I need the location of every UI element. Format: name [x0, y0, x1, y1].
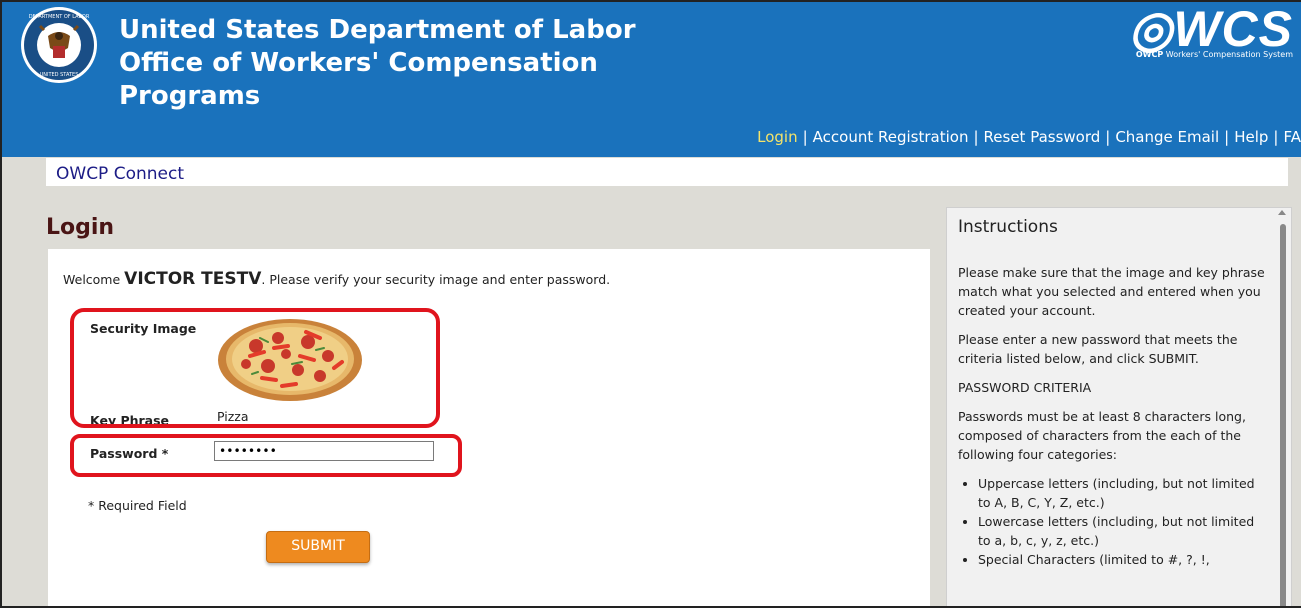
nav-reset-password[interactable]: Reset Password: [984, 128, 1101, 146]
wcs-logo-tagline: Workers' Compensation System: [1165, 50, 1293, 59]
instructions-paragraph-3: Passwords must be at least 8 characters …: [958, 409, 1246, 462]
browser-viewport: DEPARTMENT OF LABOR UNITED STATES United…: [0, 0, 1301, 608]
nav-separator: |: [802, 128, 808, 146]
login-panel: Welcome VICTOR TESTV. Please verify your…: [48, 249, 930, 606]
svg-text:DEPARTMENT OF LABOR: DEPARTMENT OF LABOR: [29, 14, 90, 20]
criteria-item: Lowercase letters (including, but not li…: [978, 512, 1268, 550]
nav-login[interactable]: Login: [757, 128, 797, 146]
instructions-body: Please make sure that the image and key …: [958, 263, 1268, 569]
criteria-item: Special Characters (limited to #, ?, !,: [978, 550, 1268, 569]
nav-change-email[interactable]: Change Email: [1115, 128, 1219, 146]
welcome-suffix: . Please verify your security image and …: [261, 272, 611, 287]
password-criteria-heading: PASSWORD CRITERIA: [958, 380, 1092, 395]
dol-seal-icon: DEPARTMENT OF LABOR UNITED STATES: [21, 7, 97, 83]
wcs-logo-brand: OWCP: [1135, 50, 1164, 59]
site-title-line-1: United States Department of Labor: [119, 15, 636, 45]
top-nav: Login | Account Registration | Reset Passwor…: [2, 128, 1301, 146]
nav-faq[interactable]: FA: [1283, 128, 1301, 146]
wcs-logo-text: WCS: [1173, 1, 1293, 57]
site-header: DEPARTMENT OF LABOR UNITED STATES United…: [2, 2, 1301, 157]
welcome-prefix: Welcome: [63, 272, 125, 287]
nav-separator: |: [1273, 128, 1279, 146]
nav-separator: |: [973, 128, 979, 146]
instructions-paragraph-1: Please make sure that the image and key …: [958, 265, 1265, 318]
user-name: VICTOR TESTV: [124, 269, 262, 289]
site-title-line-2: Office of Workers' Compensation: [119, 48, 598, 78]
security-image-highlight: [70, 308, 440, 428]
svg-text:UNITED STATES: UNITED STATES: [40, 72, 79, 78]
instructions-title: Instructions: [958, 217, 1058, 237]
submit-button[interactable]: SUBMIT: [266, 531, 370, 563]
criteria-list: Uppercase letters (including, but not li…: [958, 474, 1268, 569]
criteria-item: Uppercase letters (including, but not li…: [978, 474, 1268, 512]
required-field-note: * Required Field: [88, 498, 187, 513]
nav-help[interactable]: Help: [1234, 128, 1268, 146]
password-highlight: [70, 434, 462, 477]
page-title: Login: [46, 215, 115, 240]
nav-separator: |: [1224, 128, 1230, 146]
site-title-line-3: Programs: [119, 81, 261, 111]
instructions-scrollbar[interactable]: [1280, 224, 1286, 606]
site-title: United States Department of Labor Office…: [119, 14, 636, 113]
breadcrumb[interactable]: OWCP Connect: [56, 164, 184, 184]
breadcrumb-bar: OWCP Connect: [46, 158, 1288, 186]
nav-separator: |: [1105, 128, 1111, 146]
wcs-swirl-icon: ◎: [1128, 1, 1174, 57]
welcome-message: Welcome VICTOR TESTV. Please verify your…: [63, 269, 610, 289]
scroll-up-icon[interactable]: [1278, 210, 1286, 215]
instructions-panel: Instructions Please make sure that the i…: [946, 207, 1292, 606]
nav-account-registration[interactable]: Account Registration: [813, 128, 969, 146]
wcs-logo: ◎WCS OWCP Workers' Compensation System: [1093, 4, 1293, 62]
instructions-paragraph-2: Please enter a new password that meets t…: [958, 332, 1238, 366]
